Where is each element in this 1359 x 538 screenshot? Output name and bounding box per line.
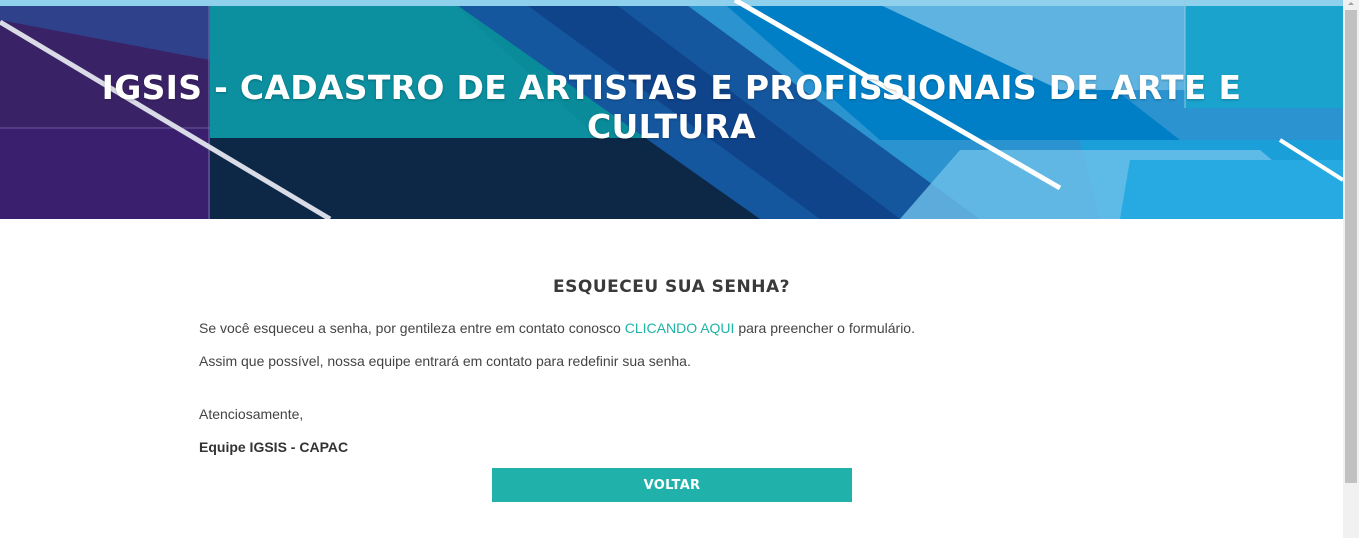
main-content: ESQUECEU SUA SENHA? Se você esqueceu a s… (199, 219, 1144, 538)
page-header-title: IGSIS - CADASTRO DE ARTISTAS E PROFISSIO… (101, 68, 1242, 146)
team-signature: Equipe IGSIS - CAPAC (199, 439, 349, 455)
scroll-up-arrow-icon[interactable] (1343, 0, 1359, 8)
followup-paragraph: Assim que possível, nossa equipe entrará… (199, 353, 691, 369)
contact-form-link[interactable]: CLICANDO AQUI (625, 320, 735, 336)
page-title: ESQUECEU SUA SENHA? (553, 277, 790, 297)
back-button[interactable]: VOLTAR (492, 468, 852, 502)
instructions-text-before: Se você esqueceu a senha, por gentileza … (199, 320, 625, 336)
instructions-paragraph: Se você esqueceu a senha, por gentileza … (199, 320, 915, 336)
closing-regards: Atenciosamente, (199, 406, 304, 422)
vertical-scrollbar[interactable] (1343, 0, 1359, 538)
header-banner: IGSIS - CADASTRO DE ARTISTAS E PROFISSIO… (0, 0, 1343, 219)
scrollbar-thumb[interactable] (1345, 10, 1357, 483)
page: IGSIS - CADASTRO DE ARTISTAS E PROFISSIO… (0, 0, 1359, 538)
instructions-text-after: para preencher o formulário. (734, 320, 915, 336)
